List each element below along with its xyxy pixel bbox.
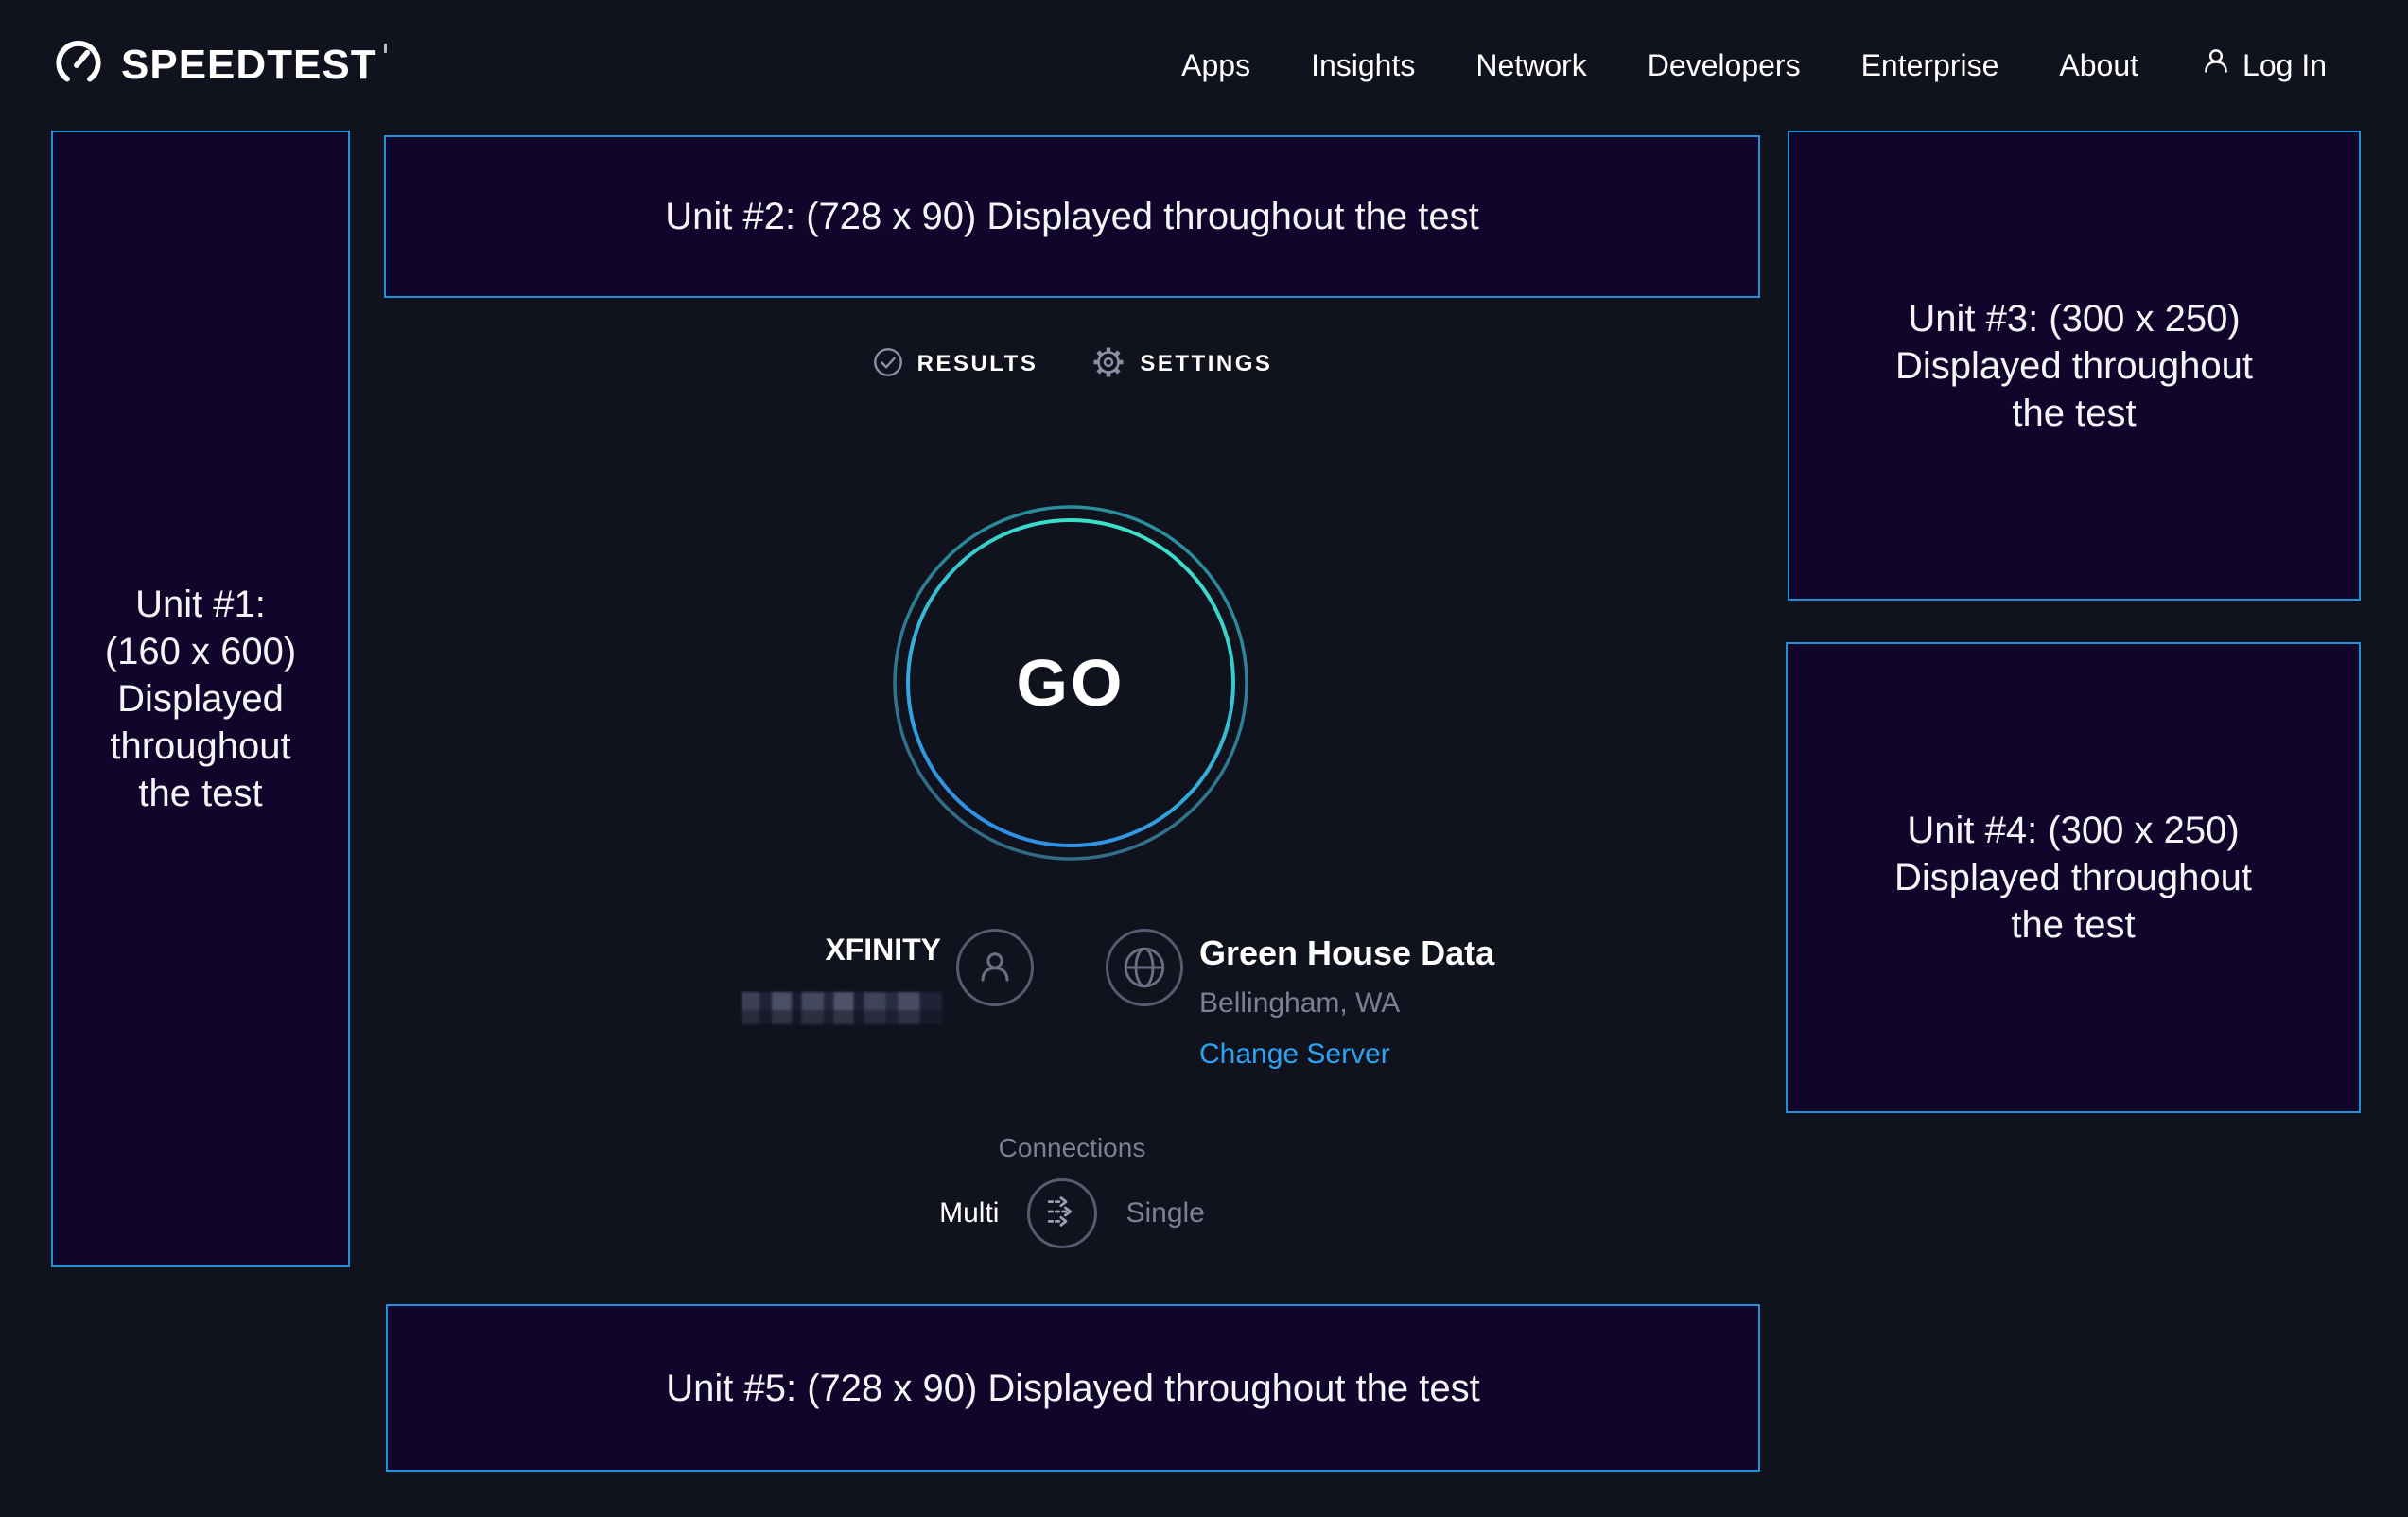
connections-toggle[interactable] <box>1027 1178 1097 1248</box>
isp-name: XFINITY <box>662 933 941 968</box>
trademark-mark <box>384 44 387 53</box>
nav-item-apps[interactable]: Apps <box>1181 48 1250 83</box>
ad-unit-3[interactable]: Unit #3: (300 x 250) Displayed throughou… <box>1788 131 2361 601</box>
speedometer-icon <box>51 36 106 96</box>
nav-item-network[interactable]: Network <box>1475 48 1586 83</box>
ad-unit-4[interactable]: Unit #4: (300 x 250) Displayed throughou… <box>1786 642 2361 1113</box>
connections-row: Multi Single <box>384 1173 1760 1254</box>
user-icon <box>2199 44 2233 86</box>
nav-links: Apps Insights Network Developers Enterpr… <box>1181 44 2327 86</box>
logo-text: SPEEDTEST <box>121 42 377 89</box>
ad-unit-3-label: Unit #3: (300 x 250) Displayed throughou… <box>1895 295 2253 437</box>
tabs-row: RESULTS <box>384 336 1760 392</box>
ad-unit-2[interactable]: Unit #2: (728 x 90) Displayed throughout… <box>384 135 1760 298</box>
tab-results-label: RESULTS <box>917 351 1038 377</box>
server-location: Bellingham, WA <box>1199 986 1494 1020</box>
nav-item-developers[interactable]: Developers <box>1648 48 1801 83</box>
ad-unit-5[interactable]: Unit #5: (728 x 90) Displayed throughout… <box>386 1304 1760 1472</box>
go-button[interactable]: GO <box>891 503 1250 863</box>
check-circle-icon <box>872 346 904 383</box>
speedtest-logo[interactable]: SPEEDTEST <box>51 36 377 96</box>
connections-multi-label[interactable]: Multi <box>939 1197 999 1229</box>
ip-address-redacted <box>742 992 942 1024</box>
ad-unit-1[interactable]: Unit #1: (160 x 600) Displayed throughou… <box>51 131 350 1267</box>
tab-settings[interactable]: SETTINGS <box>1091 344 1272 385</box>
change-server-link[interactable]: Change Server <box>1199 1037 1494 1072</box>
nav-item-about[interactable]: About <box>2059 48 2138 83</box>
multi-arrows-icon <box>1040 1190 1084 1238</box>
tab-results[interactable]: RESULTS <box>872 346 1038 383</box>
go-label: GO <box>891 503 1250 863</box>
gear-icon <box>1091 344 1126 385</box>
connections-label: Connections <box>384 1133 1760 1163</box>
ad-unit-4-label: Unit #4: (300 x 250) Displayed throughou… <box>1894 807 2252 949</box>
speedtest-page: SPEEDTEST Apps Insights Network Develope… <box>0 0 2408 1517</box>
server-globe-icon <box>1106 929 1183 1006</box>
isp-user-circle-icon <box>956 929 1034 1006</box>
nav-item-enterprise[interactable]: Enterprise <box>1861 48 1999 83</box>
server-name: Green House Data <box>1199 933 1494 974</box>
login-button[interactable]: Log In <box>2199 44 2327 86</box>
nav-item-insights[interactable]: Insights <box>1311 48 1415 83</box>
connections-single-label[interactable]: Single <box>1125 1197 1204 1229</box>
login-label: Log In <box>2242 48 2327 83</box>
ad-unit-1-label: Unit #1: (160 x 600) Displayed throughou… <box>105 581 296 817</box>
ad-unit-2-label: Unit #2: (728 x 90) Displayed throughout… <box>665 193 1479 240</box>
tab-settings-label: SETTINGS <box>1140 351 1272 377</box>
server-info: Green House Data Bellingham, WA Change S… <box>1199 933 1494 1072</box>
ad-unit-5-label: Unit #5: (728 x 90) Displayed throughout… <box>666 1365 1480 1412</box>
top-nav: SPEEDTEST Apps Insights Network Develope… <box>0 0 2408 131</box>
